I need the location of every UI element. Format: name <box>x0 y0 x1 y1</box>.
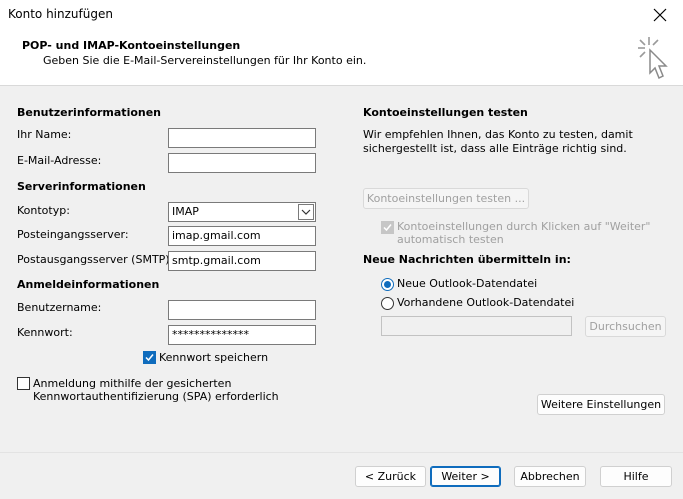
existing-data-file-label[interactable]: Vorhandene Outlook-Datendatei <box>397 296 574 309</box>
account-type-select[interactable]: IMAP <box>168 202 316 222</box>
auto-test-label-line1: Kontoeinstellungen durch Klicken auf "We… <box>397 220 651 233</box>
checkmark-icon <box>383 224 392 232</box>
outgoing-server-input[interactable]: smtp.gmail.com <box>168 251 316 271</box>
auto-test-checkbox[interactable] <box>381 221 394 234</box>
window-title: Konto hinzufügen <box>8 7 113 21</box>
auto-test-label-line2: automatisch testen <box>397 233 504 246</box>
spa-checkbox[interactable] <box>17 377 30 390</box>
account-type-value: IMAP <box>172 205 199 218</box>
remember-password-checkbox[interactable] <box>143 351 156 364</box>
email-input[interactable] <box>168 153 316 173</box>
login-info-heading: Anmeldeinformationen <box>17 278 160 291</box>
account-type-label: Kontotyp: <box>17 204 70 217</box>
username-label: Benutzername: <box>17 301 102 314</box>
cursor-click-icon <box>638 37 668 80</box>
checkmark-icon <box>145 354 154 362</box>
chevron-down-icon <box>301 209 311 215</box>
email-label: E-Mail-Adresse: <box>17 154 102 167</box>
password-label: Kennwort: <box>17 326 73 339</box>
more-settings-button[interactable]: Weitere Einstellungen <box>537 394 665 415</box>
remember-password-label[interactable]: Kennwort speichern <box>159 351 268 364</box>
incoming-server-input[interactable]: imap.gmail.com <box>168 226 316 246</box>
spa-label-line1[interactable]: Anmeldung mithilfe der gesicherten <box>33 377 231 391</box>
password-input[interactable]: ************** <box>168 325 316 345</box>
cancel-button[interactable]: Abbrechen <box>514 466 586 487</box>
name-input[interactable] <box>168 128 316 148</box>
new-data-file-radio[interactable] <box>381 278 394 291</box>
test-settings-heading: Kontoeinstellungen testen <box>363 106 528 119</box>
test-description-line1: Wir empfehlen Ihnen, das Konto zu testen… <box>363 128 633 141</box>
incoming-server-label: Posteingangsserver: <box>17 228 129 241</box>
test-description-line2: sichergestellt ist, dass alle Einträge r… <box>363 142 627 155</box>
new-data-file-label[interactable]: Neue Outlook-Datendatei <box>397 277 537 290</box>
existing-data-file-radio[interactable] <box>381 297 394 310</box>
deliver-heading: Neue Nachrichten übermitteln in: <box>363 253 571 266</box>
browse-button[interactable]: Durchsuchen <box>585 316 666 337</box>
next-button[interactable]: Weiter > <box>430 466 501 487</box>
server-info-heading: Serverinformationen <box>17 180 146 193</box>
back-button[interactable]: < Zurück <box>355 466 426 487</box>
username-input[interactable] <box>168 300 316 320</box>
spa-label-line2[interactable]: Kennwortauthentifizierung (SPA) erforder… <box>33 390 279 404</box>
title-bar: Konto hinzufügen <box>0 0 683 29</box>
header-subtitle: Geben Sie die E-Mail-Servereinstellungen… <box>43 54 367 67</box>
close-icon <box>653 8 667 21</box>
user-info-heading: Benutzerinformationen <box>17 106 162 119</box>
name-label: Ihr Name: <box>17 128 72 141</box>
close-button[interactable] <box>637 0 683 29</box>
test-account-settings-button[interactable]: Kontoeinstellungen testen ... <box>363 188 529 209</box>
data-file-path-input[interactable] <box>381 316 572 336</box>
dropdown-button[interactable] <box>298 204 314 220</box>
help-button[interactable]: Hilfe <box>600 466 672 487</box>
header-title: POP- und IMAP-Kontoeinstellungen <box>22 39 241 52</box>
footer-divider <box>0 452 683 453</box>
outgoing-server-label: Postausgangsserver (SMTP): <box>17 253 174 266</box>
dialog-header: POP- und IMAP-Kontoeinstellungen Geben S… <box>0 29 683 86</box>
